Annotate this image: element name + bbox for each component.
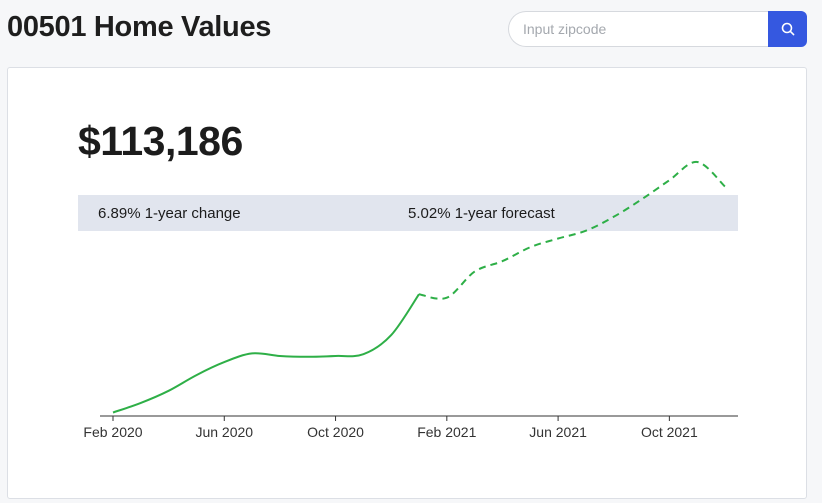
- search-button[interactable]: [768, 11, 807, 47]
- history-line: [112, 293, 420, 414]
- x-tick-label: Feb 2020: [83, 424, 142, 440]
- zipcode-input[interactable]: [508, 11, 769, 47]
- home-values-card: $113,186 6.89% 1-year change 5.02% 1-yea…: [7, 67, 807, 499]
- x-tick-label: Jun 2021: [529, 424, 587, 440]
- zipcode-search: [508, 11, 807, 47]
- search-icon: [781, 22, 795, 36]
- page-title: 00501 Home Values: [7, 11, 272, 43]
- forecast-line: [418, 160, 726, 300]
- x-tick-label: Feb 2021: [417, 424, 476, 440]
- x-tick-label: Jun 2020: [195, 424, 253, 440]
- x-tick-label: Oct 2020: [307, 424, 364, 440]
- home-value-chart: Feb 2020 Jun 2020 Oct 2020 Feb 2021 Jun 2021…: [83, 160, 738, 440]
- x-tick-label: Oct 2021: [641, 424, 698, 440]
